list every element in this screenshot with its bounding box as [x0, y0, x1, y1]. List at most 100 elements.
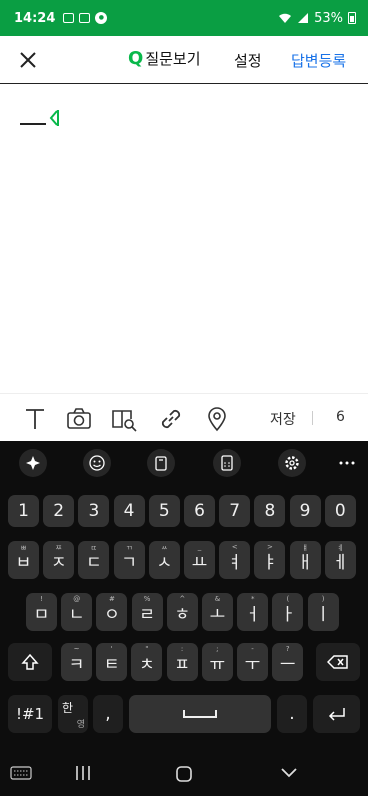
status-time: 14:24 [14, 10, 56, 26]
key[interactable]: ㅋ ~ [61, 643, 92, 681]
key[interactable]: ㅠ; [201, 643, 233, 681]
book-search-icon[interactable] [111, 406, 137, 432]
key[interactable]: ㅂㅃ [8, 541, 39, 579]
key-hint: * [250, 595, 255, 603]
battery-icon [348, 12, 356, 24]
number-key[interactable]: 6 [184, 495, 215, 527]
keypad-icon[interactable] [213, 449, 241, 477]
shift-key[interactable] [8, 643, 52, 681]
key[interactable]: ㄹ% [131, 593, 163, 631]
save-button[interactable]: 저장 [270, 409, 296, 429]
number-key[interactable]: 2 [43, 495, 75, 527]
key[interactable]: ㅗ & [202, 593, 233, 631]
key[interactable]: ㅓ * [237, 593, 269, 631]
key[interactable]: ㅈㅉ [43, 541, 75, 579]
settings-button[interactable]: 설정 [234, 50, 262, 71]
key-hint: & [214, 595, 221, 603]
key-hint: _ [197, 543, 202, 551]
key[interactable]: ㄴ @ [61, 593, 93, 631]
text-format-icon[interactable] [22, 406, 48, 432]
key-hint: ㄲ [125, 544, 133, 552]
key[interactable]: ㅎ ^ [166, 593, 198, 631]
key-label: ㄴ [68, 604, 85, 625]
key-hint: # [108, 595, 115, 603]
key[interactable]: ㅅㅆ [148, 541, 180, 579]
key[interactable]: ㅌ ' [96, 643, 128, 681]
emoji-icon[interactable] [83, 449, 111, 477]
key[interactable]: ㅕ < [219, 541, 251, 579]
view-question-label: 질문보기 [145, 50, 201, 68]
key-label: 7 [229, 501, 241, 521]
home-icon[interactable] [175, 765, 193, 783]
key-label: 2 [53, 501, 65, 521]
key[interactable]: ㅁ! [26, 593, 57, 631]
camera-icon[interactable] [66, 406, 92, 432]
key-label: ㄹ [139, 604, 155, 625]
number-key[interactable]: 1 [8, 495, 39, 527]
key[interactable]: ㅇ # [96, 593, 128, 631]
number-key[interactable]: 4 [113, 495, 145, 527]
submit-answer-button[interactable]: 답변등록 [291, 50, 346, 71]
gallery-icon [79, 13, 91, 23]
number-key[interactable]: 7 [219, 495, 251, 527]
period-key[interactable]: . [277, 695, 307, 733]
key[interactable]: ㅏ( [272, 593, 304, 631]
clipboard-icon[interactable] [147, 449, 175, 477]
back-chevron-icon[interactable] [280, 767, 298, 779]
key-label: 0 [334, 501, 346, 521]
shift-icon [21, 653, 39, 670]
link-icon[interactable] [158, 406, 184, 432]
enter-key[interactable] [313, 695, 360, 733]
key-hint: - [251, 645, 254, 653]
key-hint: ㅃ [20, 544, 27, 552]
key[interactable]: ㅣ) [307, 593, 339, 631]
key[interactable]: ㅐㅒ [289, 541, 321, 579]
more-options-icon[interactable] [333, 449, 361, 477]
key-label: ㅊ [139, 654, 155, 675]
key[interactable]: ㅊ " [131, 643, 163, 681]
lang-english-label: 영 [76, 720, 85, 730]
space-key[interactable] [129, 695, 271, 733]
ai-sparkle-icon[interactable] [19, 449, 47, 477]
recent-apps-icon[interactable] [74, 765, 92, 781]
key[interactable]: ㅍ: [166, 643, 198, 681]
key[interactable]: ㅛ _ [184, 541, 215, 579]
toolbar-divider [312, 411, 313, 425]
key[interactable]: ㅔㅖ [324, 541, 356, 579]
keyboard-settings-icon[interactable] [278, 449, 306, 477]
key-label: ㅁ [33, 604, 50, 625]
signal-icon [298, 13, 309, 23]
close-icon[interactable] [16, 48, 40, 72]
key-label: 6 [194, 501, 205, 521]
number-key[interactable]: 9 [289, 495, 321, 527]
q-icon: Q [128, 48, 144, 69]
battery-percent: 53% [314, 10, 343, 26]
key-hint: ㅖ [337, 544, 344, 552]
key[interactable]: ㅡ? [272, 643, 304, 681]
key-label: ㅕ [226, 552, 243, 573]
key-hint: % [143, 595, 151, 603]
key[interactable]: ㅜ- [237, 643, 268, 681]
number-key[interactable]: 0 [324, 495, 356, 527]
number-key[interactable]: 8 [254, 495, 286, 527]
key-hint: ? [285, 645, 290, 653]
backspace-key[interactable] [316, 643, 360, 681]
keyboard-hide-icon[interactable] [10, 766, 32, 780]
view-question-button[interactable]: Q 질문보기 [128, 48, 201, 69]
number-key[interactable]: 3 [78, 495, 110, 527]
key-label: ㅣ [315, 604, 331, 625]
location-icon[interactable] [204, 406, 230, 432]
key[interactable]: ㅑ > [254, 541, 286, 579]
answer-editor[interactable] [0, 85, 368, 393]
key-hint: " [145, 645, 149, 653]
language-key[interactable]: 한 영 [58, 695, 88, 733]
key-hint: ( [286, 595, 290, 603]
key[interactable]: ㄱㄲ [113, 541, 145, 579]
editor-toolbar: 저장 6 [0, 393, 368, 441]
key-hint: ) [321, 595, 325, 603]
key[interactable]: ㄷㄸ [78, 541, 110, 579]
key-hint: < [231, 543, 238, 551]
number-key[interactable]: 5 [148, 495, 180, 527]
symbols-key[interactable]: !#1 [8, 695, 52, 733]
comma-key[interactable]: , [93, 695, 123, 733]
